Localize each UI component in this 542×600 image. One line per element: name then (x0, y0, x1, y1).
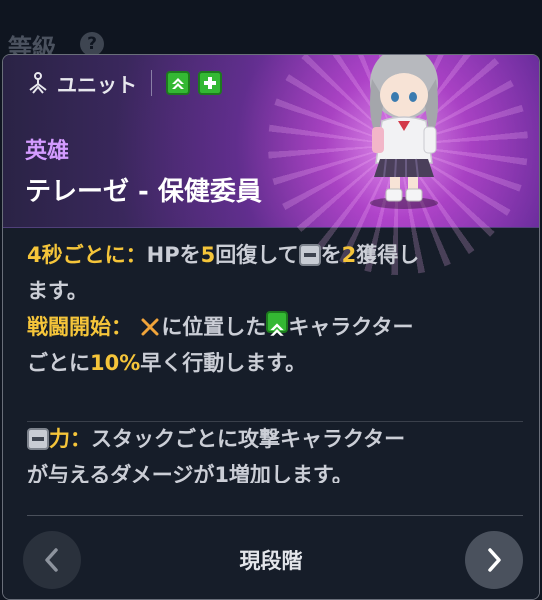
support-badge-icon[interactable] (198, 71, 222, 95)
unit-detail-card: ユニット 英雄 テレーゼ - 保健委員 4秒ごとに：HPを5回復して を2獲得し… (2, 54, 540, 600)
speed-percent: 10% (90, 351, 141, 375)
skill-line-2: ます。 (27, 279, 88, 303)
next-stage-button[interactable] (465, 531, 523, 589)
chevron-up-icon (270, 323, 285, 336)
keyword-line-1: 力：スタックごとに攻撃キャラクター (27, 421, 527, 457)
header-separator (151, 70, 152, 96)
skill-line-3: 戦闘開始： に位置した キャラクター (27, 309, 527, 345)
chevron-right-icon (488, 548, 501, 572)
heal-amount: 5 (200, 243, 216, 267)
scroll-indicator-line (27, 515, 523, 516)
rarity-label: 英雄 (25, 139, 70, 164)
unit-icon (29, 72, 47, 94)
strength-stack-icon[interactable] (27, 428, 49, 450)
help-icon[interactable]: ? (80, 32, 104, 56)
stack-amount: 2 (341, 243, 357, 267)
current-stage-label: 現段階 (239, 549, 303, 573)
character-name: テレーゼ - 保健委員 (25, 177, 262, 207)
unit-type-row: ユニット (27, 68, 222, 98)
strength-stack-icon[interactable] (298, 244, 321, 266)
battle-start-label: 戦闘開始 (27, 315, 111, 339)
crossed-swords-icon[interactable] (139, 316, 161, 338)
keyword-line-2: が与えるダメージが1増加します。 (27, 463, 353, 483)
class-badge-icon[interactable] (166, 71, 190, 95)
class-chevron-icon[interactable] (266, 311, 289, 336)
keyword-name: 力 (49, 427, 70, 451)
cross-icon (204, 77, 216, 89)
card-footer: 現段階 (3, 517, 539, 599)
chevron-up-icon (172, 78, 184, 89)
skill-line-4: ごとに10%早く行動します。 (27, 351, 307, 375)
card-header: ユニット 英雄 テレーゼ - 保健委員 (3, 55, 539, 275)
character-portrait (370, 55, 438, 209)
unit-type-label: ユニット (57, 72, 137, 97)
skill-description: 4秒ごとに：HPを5回復して を2獲得し ます。 戦闘開始： に位置した キャラクタ… (27, 237, 527, 483)
section-divider (27, 421, 523, 422)
skill-line-1: 4秒ごとに：HPを5回復して を2獲得し (27, 243, 420, 267)
skill-trigger-label: 4秒ごとに (27, 243, 126, 267)
